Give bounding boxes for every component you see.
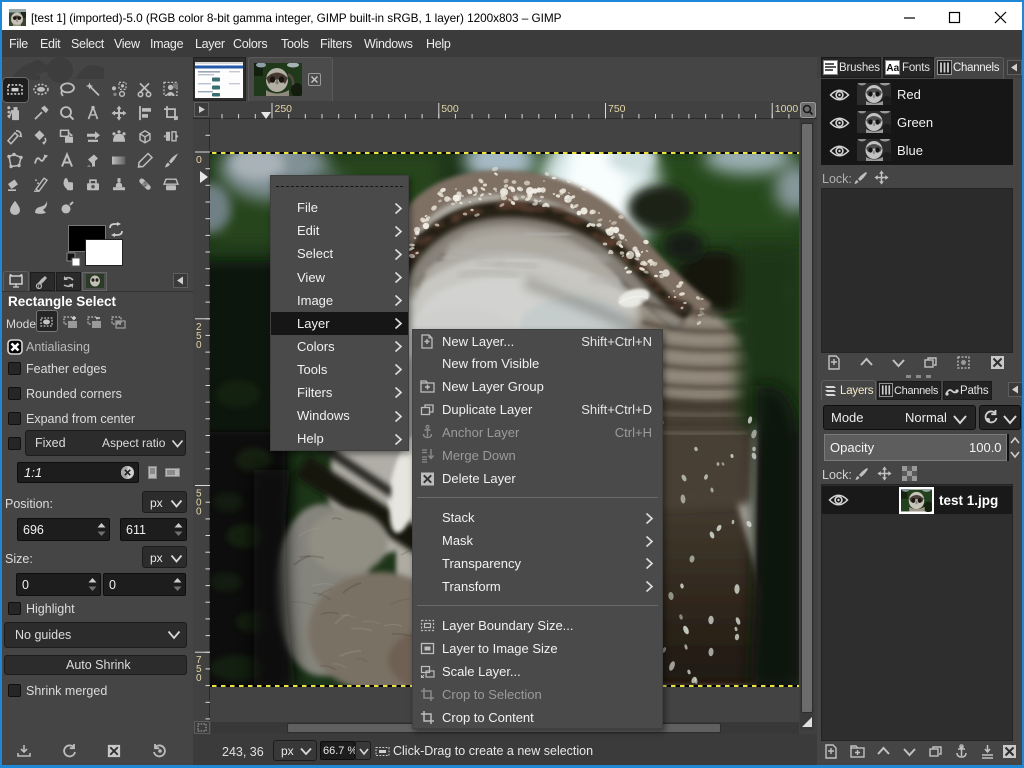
svg-text:0: 0 [196, 507, 202, 518]
svg-text:0: 0 [196, 340, 202, 351]
svg-text:750: 750 [608, 103, 626, 115]
svg-text:1000: 1000 [775, 103, 799, 115]
svg-text:0: 0 [196, 154, 202, 166]
svg-text:250: 250 [275, 103, 293, 115]
svg-text:Aa: Aa [886, 63, 899, 74]
svg-text:500: 500 [441, 103, 459, 115]
svg-text:0: 0 [196, 673, 202, 684]
